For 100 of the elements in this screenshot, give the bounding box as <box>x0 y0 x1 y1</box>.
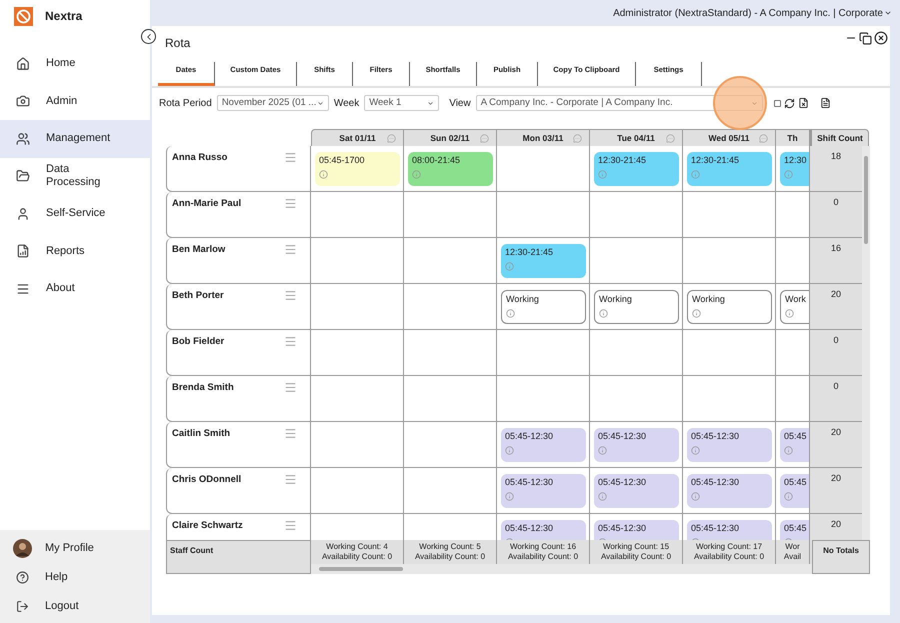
shift-block[interactable]: 08:00-21:45 <box>408 152 493 186</box>
grid-cell[interactable] <box>776 192 810 238</box>
drag-handle-icon[interactable] <box>284 519 297 532</box>
info-icon[interactable] <box>505 446 514 455</box>
grid-cell[interactable]: 12:30-21:45 <box>683 146 776 192</box>
info-icon[interactable] <box>784 170 793 179</box>
staff-name-cell[interactable]: Ben Marlow <box>166 238 311 284</box>
shift-block[interactable]: 05:45-12:30 <box>687 428 772 462</box>
grid-cell[interactable] <box>311 192 404 238</box>
shift-block[interactable]: 05:45-12:30 <box>501 428 586 462</box>
grid-cell[interactable] <box>776 376 810 422</box>
grid-cell[interactable] <box>311 330 404 376</box>
shift-block[interactable]: 05:45-12:30 <box>594 474 679 508</box>
grid-cell[interactable] <box>311 238 404 284</box>
info-icon[interactable] <box>784 492 793 501</box>
grid-cell[interactable]: Work <box>776 284 810 330</box>
grid-cell[interactable]: 05:45 <box>776 422 810 468</box>
shift-block[interactable]: 05:45-12:30 <box>687 520 772 540</box>
sidebar-footer-item[interactable]: My Profile <box>0 534 150 563</box>
grid-cell[interactable] <box>404 422 497 468</box>
staff-name-cell[interactable]: Caitlin Smith <box>166 422 311 468</box>
drag-handle-icon[interactable] <box>284 473 297 486</box>
grid-cell[interactable]: 12:30 <box>776 146 810 192</box>
grid-cell[interactable]: 05:45-12:30 <box>590 422 683 468</box>
grid-cell[interactable] <box>590 238 683 284</box>
grid-cell[interactable]: 05:45-12:30 <box>683 422 776 468</box>
info-icon[interactable] <box>412 170 421 179</box>
comment-icon[interactable] <box>573 134 582 142</box>
info-icon[interactable] <box>598 170 607 179</box>
grid-cell[interactable]: Working <box>683 284 776 330</box>
shift-block[interactable]: 05:45 <box>780 428 809 462</box>
grid-cell[interactable] <box>497 330 590 376</box>
info-icon[interactable] <box>692 309 701 318</box>
refresh-icon[interactable] <box>784 98 795 108</box>
staff-name-cell[interactable]: Brenda Smith <box>166 376 311 422</box>
info-icon[interactable] <box>691 170 700 179</box>
grid-cell[interactable]: 05:45-1700 <box>311 146 404 192</box>
staff-name-cell[interactable]: Beth Porter <box>166 284 311 330</box>
shift-block[interactable]: 05:45-12:30 <box>501 520 586 540</box>
grid-cell[interactable] <box>311 284 404 330</box>
horizontal-scrollbar[interactable] <box>311 564 812 574</box>
restore-icon[interactable] <box>859 32 872 44</box>
info-icon[interactable] <box>319 170 328 179</box>
grid-cell[interactable] <box>683 330 776 376</box>
info-icon[interactable] <box>691 446 700 455</box>
sidebar-footer-item[interactable]: Help <box>0 563 150 592</box>
info-icon[interactable] <box>505 492 514 501</box>
shift-block[interactable]: 12:30-21:45 <box>501 244 586 278</box>
rota-period-select[interactable]: November 2025 (01 ... <box>216 95 329 111</box>
caret-icon[interactable] <box>884 9 892 17</box>
grid-cell[interactable] <box>776 238 810 284</box>
shift-block[interactable]: 05:45 <box>780 520 809 540</box>
shift-block[interactable]: 12:30 <box>780 152 809 186</box>
grid-cell[interactable] <box>497 376 590 422</box>
user-context[interactable]: Administrator (NextraStandard) - A Company Inc. | Corporate <box>613 6 883 20</box>
sidebar-item[interactable]: Reports <box>0 232 150 270</box>
grid-cell[interactable] <box>590 376 683 422</box>
comment-icon[interactable] <box>759 134 768 142</box>
drag-handle-icon[interactable] <box>284 151 297 164</box>
close-icon[interactable] <box>874 31 888 45</box>
grid-cell[interactable]: 08:00-21:45 <box>404 146 497 192</box>
shift-block[interactable]: 05:45-12:30 <box>594 428 679 462</box>
info-icon[interactable] <box>598 446 607 455</box>
staff-name-cell[interactable]: Chris ODonnell <box>166 468 311 514</box>
shift-block[interactable]: 05:45-12:30 <box>687 474 772 508</box>
sidebar-footer-item[interactable]: Logout <box>0 592 150 621</box>
sidebar-item[interactable]: About <box>0 270 150 308</box>
sidebar-item[interactable]: Self-Service <box>0 195 150 232</box>
info-icon[interactable] <box>785 309 794 318</box>
availability-block[interactable]: Working <box>501 290 586 324</box>
grid-cell[interactable] <box>497 146 590 192</box>
grid-cell[interactable] <box>311 468 404 514</box>
shift-block[interactable]: 05:45-12:30 <box>594 520 679 540</box>
grid-cell[interactable] <box>311 422 404 468</box>
shift-block[interactable]: 05:45-1700 <box>315 152 400 186</box>
grid-cell[interactable]: 12:30-21:45 <box>590 146 683 192</box>
shift-block[interactable]: 05:45-12:30 <box>501 474 586 508</box>
grid-cell[interactable]: 05:45-12:30 <box>683 468 776 514</box>
availability-block[interactable]: Working <box>594 290 679 324</box>
availability-block[interactable]: Work <box>780 290 809 324</box>
drag-handle-icon[interactable] <box>284 197 297 210</box>
info-icon[interactable] <box>598 492 607 501</box>
info-icon[interactable] <box>691 492 700 501</box>
grid-cell[interactable] <box>404 192 497 238</box>
grid-cell[interactable] <box>776 330 810 376</box>
staff-name-cell[interactable]: Anna Russo <box>166 146 311 192</box>
availability-block[interactable]: Working <box>687 290 772 324</box>
staff-name-cell[interactable]: Ann-Marie Paul <box>166 192 311 238</box>
vertical-scrollbar[interactable] <box>862 146 870 540</box>
sidebar-item[interactable]: Management <box>0 120 150 158</box>
grid-cell[interactable] <box>404 330 497 376</box>
grid-cell[interactable] <box>683 376 776 422</box>
staff-name-cell[interactable]: Bob Fielder <box>166 330 311 376</box>
comment-icon[interactable] <box>666 134 675 142</box>
info-icon[interactable] <box>505 262 514 271</box>
drag-handle-icon[interactable] <box>284 335 297 348</box>
sidebar-item[interactable]: Admin <box>0 82 150 120</box>
spreadsheet-export-icon[interactable] <box>798 97 809 109</box>
drag-handle-icon[interactable] <box>284 381 297 394</box>
week-select[interactable]: Week 1 <box>364 95 440 111</box>
